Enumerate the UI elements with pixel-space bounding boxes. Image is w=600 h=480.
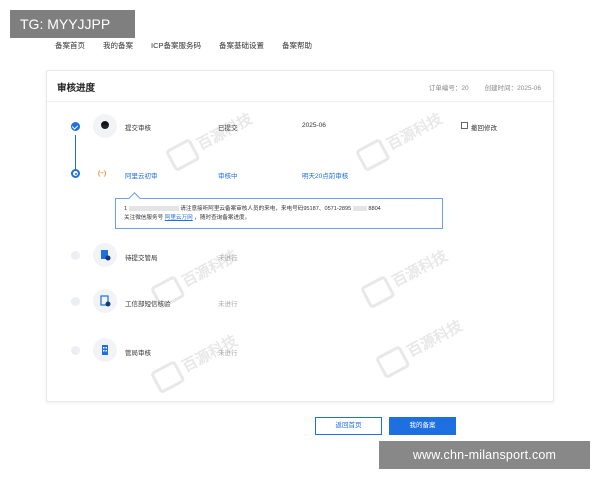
created-time: 创建时间：2025-06 xyxy=(484,85,541,92)
callout-follow-suffix: ，随时查询备案进度。 xyxy=(194,215,251,221)
step-5-status-dot xyxy=(71,346,80,355)
panel-title: 审核进度 xyxy=(57,83,96,94)
order-number: 订单编号：20 xyxy=(428,85,469,92)
callout-line-2: 关注微信服务号 阿里云万网 ，随时查询备案进度。 xyxy=(124,214,434,223)
callout-prefix: 1 xyxy=(124,206,128,212)
watermark-tag: TG: MYYJJPP xyxy=(10,10,135,38)
document-send-icon xyxy=(101,250,111,261)
callout-phone-suffix: 8804 xyxy=(368,206,381,212)
step-2-name: 阿里云初审 xyxy=(125,173,158,180)
nav-my-filings[interactable]: 我的备案 xyxy=(103,40,133,56)
step-1-status-dot xyxy=(71,122,80,131)
edit-icon[interactable] xyxy=(461,122,468,129)
callout-follow-text: 关注微信服务号 xyxy=(124,215,164,221)
panel-header: 审核进度 订单编号：20 创建时间：2025-06 xyxy=(47,71,553,102)
step-2-status-dot xyxy=(71,169,80,178)
bureau-review-icon xyxy=(93,338,117,362)
withdraw-edit-link[interactable]: 撤回修改 xyxy=(471,122,497,132)
redacted-block xyxy=(128,206,179,212)
wechat-account-link[interactable]: 阿里云万网 xyxy=(165,215,193,221)
avatar-icon xyxy=(93,114,117,138)
site-url-tag: www.chn-milansport.com xyxy=(379,441,590,469)
step-3-name: 待提交管局 xyxy=(125,255,158,262)
nav-icp-service-code[interactable]: ICP备案服务码 xyxy=(151,40,201,56)
aliyun-logo-icon: (−) xyxy=(98,170,107,177)
timeline-connector xyxy=(75,135,76,171)
nav-home[interactable]: 备案首页 xyxy=(55,40,85,56)
step-4-status: 未进行 xyxy=(218,301,238,308)
review-progress-panel: 审核进度 订单编号：20 创建时间：2025-06 xyxy=(46,70,554,402)
back-home-button[interactable]: 返回首页 xyxy=(315,417,382,435)
call-notice-callout: 1 请注意接听阿里云备案审核人员的来电，来电号码95187、0571-2895 … xyxy=(115,192,443,229)
top-nav: 备案首页 我的备案 ICP备案服务码 备案基础设置 备案帮助 xyxy=(55,40,560,56)
step-5-name: 管局审核 xyxy=(125,350,151,357)
step-4-status-dot xyxy=(71,297,80,306)
step-2-time: 明天20点前审核 xyxy=(302,173,349,180)
callout-line-1: 1 请注意接听阿里云备案审核人员的来电，来电号码95187、0571-2895 … xyxy=(124,205,434,214)
submit-bureau-icon xyxy=(93,243,117,267)
step-3-status: 未进行 xyxy=(218,255,238,262)
sms-verify-icon xyxy=(93,289,117,313)
order-meta: 订单编号：20 创建时间：2025-06 xyxy=(429,82,541,92)
step-3-status-dot xyxy=(71,251,80,260)
building-icon xyxy=(102,345,108,355)
nav-basic-settings[interactable]: 备案基础设置 xyxy=(219,40,264,56)
sms-document-icon xyxy=(100,295,111,307)
nav-help[interactable]: 备案帮助 xyxy=(282,40,312,56)
step-5-status: 未进行 xyxy=(218,350,238,357)
redacted-block xyxy=(352,206,367,212)
step-1-time: 2025-06 xyxy=(302,122,326,129)
person-silhouette-icon xyxy=(101,121,109,129)
step-1-name: 提交审核 xyxy=(125,125,151,132)
callout-phone-text: 请注意接听阿里云备案审核人员的来电，来电号码95187、0571-2895 xyxy=(180,206,352,212)
step-2-status: 审核中 xyxy=(218,173,238,180)
step-1-status: 已提交 xyxy=(218,125,238,132)
my-filings-button[interactable]: 我的备案 xyxy=(389,417,456,435)
step-4-name: 工信部短信核验 xyxy=(125,301,171,308)
